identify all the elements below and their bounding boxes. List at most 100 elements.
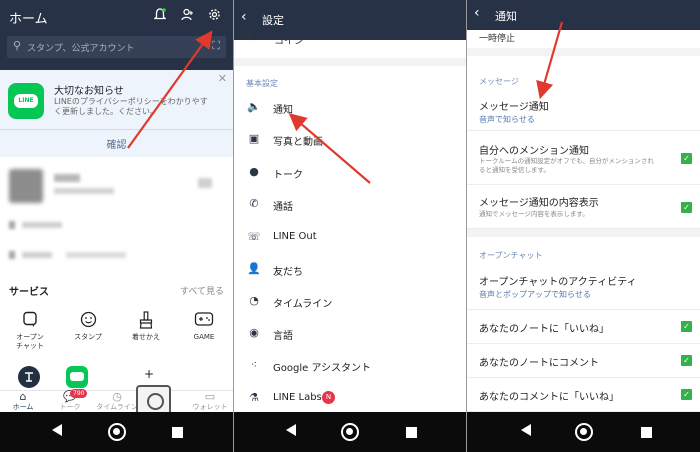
message-notification-row[interactable]: メッセージ通知 音声で知らせる (467, 90, 700, 131)
close-icon[interactable]: ✕ (218, 72, 227, 85)
search-placeholder: スタンプ、公式アカウント (27, 44, 135, 54)
divider (0, 129, 233, 130)
wallet-icon: ▭ (204, 390, 216, 403)
line-healthcare-icon[interactable] (66, 366, 88, 388)
settings-item-language[interactable]: ◉ 言語 (234, 318, 466, 350)
settings-item-talk[interactable]: ● トーク (234, 157, 466, 189)
comment-like-checkbox[interactable]: ✓ (681, 389, 692, 400)
qr-scan-icon[interactable]: ⛶ (212, 39, 220, 53)
blurred-name (54, 174, 80, 182)
back-icon[interactable]: ‹ (474, 5, 480, 21)
note-comment-checkbox[interactable]: ✓ (681, 355, 692, 366)
page-title: 設定 (262, 14, 284, 27)
profile-row[interactable] (0, 169, 233, 205)
android-nav-bar (0, 412, 233, 452)
flask-icon: ⚗ (249, 391, 259, 404)
tab-wallet[interactable]: ▭ ウォレット (187, 390, 233, 412)
camera-icon[interactable] (136, 385, 171, 415)
avatar (9, 169, 43, 203)
coin-icon: ◐ (246, 31, 255, 42)
mention-notification-row[interactable]: 自分へのメンション通知 トークルームの通知設定がオフでも、自分がメンションされる… (467, 131, 700, 185)
service-open-chat[interactable]: オープン チャット (2, 311, 58, 351)
notice-title: 大切なお知らせ (54, 86, 124, 97)
services-title: サービス (9, 287, 49, 298)
nav-recent-icon[interactable] (406, 427, 417, 438)
search-input[interactable]: ⚲ スタンプ、公式アカウント ⛶ (7, 36, 226, 58)
confirm-button[interactable]: 確認 (0, 136, 233, 151)
openchat-activity-row[interactable]: オープンチャットのアクティビティ 音声とポップアップで知らせる (467, 264, 700, 310)
comment-like-row[interactable]: あなたのコメントに「いいね」 ✓ (467, 378, 700, 412)
assistant-icon: ⁖ (250, 358, 258, 371)
bottom-tab-bar: ⌂ ホーム 💬 トーク ◷ タイムライン ▤ ス ▭ ウォレット (0, 390, 233, 412)
nav-back-icon[interactable] (286, 424, 296, 436)
section-label-openchat: オープンチャット (479, 251, 543, 260)
content-display-checkbox[interactable]: ✓ (681, 202, 692, 213)
service-sticker[interactable]: スタンプ (60, 311, 116, 342)
nav-home-icon[interactable] (575, 423, 593, 441)
pause-item[interactable]: 一時停止 (479, 31, 515, 44)
note-like-checkbox[interactable]: ✓ (681, 321, 692, 332)
settings-header: ‹ 設定 (234, 0, 466, 40)
page-title: ホーム (9, 12, 48, 27)
settings-item-google-assistant[interactable]: ⁖ Google アシスタント (234, 350, 466, 382)
home-icon: ⌂ (19, 390, 27, 403)
line-out-icon: ☏ (247, 230, 261, 243)
service-theme[interactable]: 着せかえ (118, 311, 174, 342)
gear-icon[interactable] (208, 8, 221, 25)
sticker-icon (60, 311, 116, 331)
notification-header: ‹ 通知 (467, 0, 700, 30)
phone-icon: ✆ (249, 197, 259, 210)
section-separator (467, 48, 700, 56)
section-separator (234, 58, 466, 66)
speaker-icon: 🔈 (247, 100, 261, 113)
search-icon: ⚲ (13, 39, 22, 52)
notice-text: LINEのプライバシーポリシーをわかりやすく更新しました。ください。 (54, 97, 208, 116)
home-header: ホーム ⚲ スタンプ、公式アカウント ⛶ (0, 0, 233, 70)
blurred-icon (198, 178, 212, 188)
nav-home-icon[interactable] (108, 423, 126, 441)
mention-checkbox[interactable]: ✓ (681, 153, 692, 164)
tab-home[interactable]: ⌂ ホーム (0, 390, 46, 412)
add-service-icon[interactable]: + (144, 367, 154, 381)
android-nav-bar (234, 412, 466, 452)
list-item[interactable] (0, 219, 233, 233)
see-all-link[interactable]: すべて見る (180, 284, 224, 297)
mini-app-icon[interactable] (18, 366, 40, 388)
note-like-row[interactable]: あなたのノートに「いいね」 ✓ (467, 310, 700, 344)
settings-item-photos[interactable]: ▣ 写真と動画 (234, 124, 466, 156)
nav-recent-icon[interactable] (172, 427, 183, 438)
timeline-icon: ◷ (112, 390, 122, 403)
settings-item-calls[interactable]: ✆ 通話 (234, 189, 466, 221)
back-icon[interactable]: ‹ (241, 9, 247, 25)
open-chat-icon (2, 311, 58, 331)
talk-unread-badge: 790 (70, 389, 88, 398)
service-game[interactable]: GAME (176, 311, 232, 342)
photo-icon: ▣ (248, 132, 260, 145)
talk-icon: ● (249, 165, 259, 178)
settings-item-line-labs[interactable]: ⚗ LINE Labs N (234, 383, 466, 415)
notification-settings-screen: ‹ 通知 一時停止 メッセージ メッセージ通知 音声で知らせる 自分へのメンショ… (467, 0, 700, 452)
nav-home-icon[interactable] (341, 423, 359, 441)
coin-item[interactable]: コイン (274, 32, 304, 47)
add-friend-icon[interactable] (181, 8, 194, 25)
android-nav-bar (467, 412, 700, 452)
note-comment-row[interactable]: あなたのノートにコメント ✓ (467, 344, 700, 378)
important-notice-card: LINE 大切なお知らせ LINEのプライバシーポリシーをわかりやすく更新しまし… (0, 70, 233, 157)
settings-item-friends[interactable]: 👤 友だち (234, 254, 466, 286)
section-separator (467, 229, 700, 237)
nav-back-icon[interactable] (521, 424, 531, 436)
section-label-basic: 基本設定 (246, 79, 278, 88)
settings-item-notifications[interactable]: 🔈 通知 (234, 92, 466, 124)
nav-back-icon[interactable] (52, 424, 62, 436)
language-icon: ◉ (249, 326, 259, 339)
nav-recent-icon[interactable] (641, 427, 652, 438)
list-item[interactable] (0, 249, 233, 263)
tab-timeline[interactable]: ◷ タイムライン (94, 390, 140, 412)
message-content-display-row[interactable]: メッセージ通知の内容表示 通知でメッセージ内容を表示します。 ✓ (467, 185, 700, 229)
home-screen: ホーム ⚲ スタンプ、公式アカウント ⛶ LINE 大切なお知らせ LINEのプ… (0, 0, 233, 452)
clock-icon: ◔ (249, 294, 259, 307)
settings-item-timeline[interactable]: ◔ タイムライン (234, 286, 466, 318)
settings-item-line-out[interactable]: ☏ LINE Out (234, 222, 466, 254)
bell-icon[interactable] (153, 8, 167, 25)
blurred-status (54, 188, 114, 194)
